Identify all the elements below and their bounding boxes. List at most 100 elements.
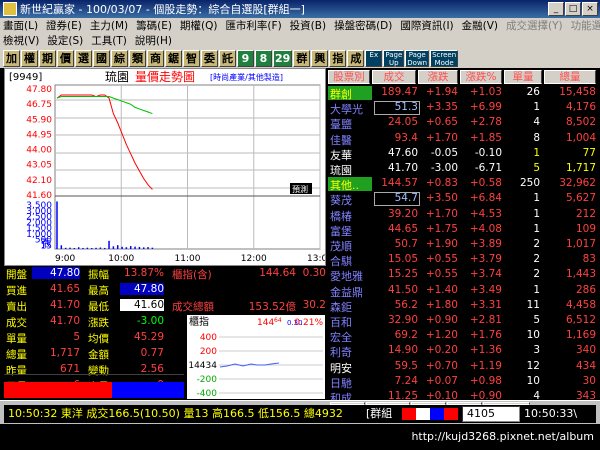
stock-name[interactable]: 茂順 bbox=[330, 238, 352, 254]
column-header[interactable]: 單量 bbox=[504, 70, 542, 84]
toolbar-button[interactable]: 加 bbox=[3, 49, 20, 67]
toolbar-button[interactable]: 成 bbox=[347, 49, 365, 67]
stock-name[interactable]: 百和 bbox=[330, 314, 352, 330]
quote-label: 賣出 bbox=[6, 301, 27, 313]
stock-name[interactable]: 大學光 bbox=[330, 101, 363, 117]
menu-item[interactable]: 籌碼(E) bbox=[136, 18, 172, 33]
cell-price: 15.25 bbox=[387, 268, 418, 281]
column-header[interactable]: 漲跌 bbox=[418, 70, 458, 84]
column-header[interactable]: 成交 bbox=[372, 70, 416, 84]
stock-name[interactable]: 臺鹽 bbox=[330, 116, 352, 132]
stock-name[interactable]: 橋椿 bbox=[330, 208, 352, 224]
index-value: 153.52億 bbox=[248, 301, 296, 313]
column-header[interactable]: 股票別 bbox=[328, 70, 370, 84]
x-tick-label: 9:00 bbox=[55, 254, 75, 264]
cell-pct: +1.03 bbox=[469, 86, 502, 98]
menu-item[interactable]: 證券(E) bbox=[46, 18, 82, 33]
stock-name[interactable]: 群創 bbox=[330, 86, 352, 102]
cell-vol: 2 bbox=[533, 238, 540, 250]
cell-price: 69.2 bbox=[394, 329, 418, 342]
stock-name[interactable]: 葵茂 bbox=[330, 192, 352, 208]
toolbar-button[interactable]: 群 bbox=[293, 49, 311, 67]
stock-name[interactable]: 其他.. bbox=[330, 177, 359, 193]
toolbar-button[interactable]: Page Down bbox=[405, 49, 430, 67]
cell-total: 1,169 bbox=[565, 329, 596, 342]
quote-value: 41.65 bbox=[49, 283, 80, 295]
stock-name[interactable]: 日馳 bbox=[330, 375, 352, 391]
stock-name[interactable]: 金益鼎 bbox=[330, 284, 363, 300]
stock-name[interactable]: 明安 bbox=[330, 360, 352, 376]
index-label: 櫃指(含) bbox=[172, 269, 212, 281]
cell-chg: +0.55 bbox=[425, 268, 458, 281]
cell-vol: 1 bbox=[533, 222, 540, 235]
toolbar-button[interactable]: 商 bbox=[147, 49, 164, 67]
toolbar-button[interactable]: 29 bbox=[273, 49, 293, 67]
stock-name[interactable]: 合騏 bbox=[330, 253, 352, 269]
toolbar-button[interactable]: 國 bbox=[93, 49, 110, 67]
mini-label: 櫃指 bbox=[189, 315, 209, 328]
toolbar-button[interactable]: Ex bbox=[365, 49, 383, 67]
toolbar-button[interactable]: 選 bbox=[75, 49, 92, 67]
toolbar-button[interactable]: 鋸 bbox=[165, 49, 182, 67]
stock-name[interactable]: 利奇 bbox=[330, 344, 352, 360]
toolbar-button[interactable]: 智 bbox=[183, 49, 200, 67]
stock-name[interactable]: 富堡 bbox=[330, 223, 352, 239]
menu-item[interactable]: 畫面(L) bbox=[3, 18, 38, 33]
stock-name[interactable]: 佳醫 bbox=[330, 132, 352, 148]
close-button[interactable]: × bbox=[582, 2, 598, 16]
menu-item[interactable]: 檢視(V) bbox=[3, 33, 39, 48]
toolbar-button[interactable]: 類 bbox=[129, 49, 146, 67]
stock-name[interactable]: 宏全 bbox=[330, 329, 352, 345]
stock-name[interactable]: 琉園 bbox=[330, 162, 352, 178]
y-tick-price: 43.05 bbox=[26, 161, 52, 171]
menu-item[interactable]: 成交選擇(Y) bbox=[506, 18, 563, 33]
quote-value: 45.29 bbox=[133, 331, 164, 343]
cell-chg: +0.70 bbox=[425, 359, 458, 372]
toolbar-button[interactable]: 8 bbox=[255, 49, 272, 67]
quote-label: 開盤 bbox=[6, 269, 27, 281]
chart-title: 量價走勢圖 bbox=[135, 69, 195, 84]
maximize-button[interactable]: □ bbox=[565, 2, 581, 16]
menu-item[interactable]: 操盤密碼(D) bbox=[334, 18, 392, 33]
toolbar-button[interactable]: 委 bbox=[201, 49, 218, 67]
stock-name[interactable]: 森鉅 bbox=[330, 299, 352, 315]
y-tick-price: 44.95 bbox=[26, 130, 52, 140]
menu-item[interactable]: 投資(B) bbox=[290, 18, 326, 33]
menu-item[interactable]: 期權(Q) bbox=[180, 18, 217, 33]
minimize-button[interactable]: _ bbox=[548, 2, 564, 16]
y-tick-price: 45.90 bbox=[26, 115, 52, 125]
cell-price: 144.57 bbox=[381, 177, 418, 190]
menu-item[interactable]: 國際資訊(I) bbox=[400, 18, 453, 33]
toolbar-button[interactable]: Screen Mode bbox=[430, 49, 459, 67]
quote-label: 振幅 bbox=[88, 269, 109, 281]
menu-item[interactable]: 說明(H) bbox=[135, 33, 172, 48]
cell-chg: -0.05 bbox=[430, 146, 458, 159]
menu-item[interactable]: 功能選擇(Z) bbox=[571, 18, 600, 33]
toolbar-button[interactable]: 權 bbox=[21, 49, 38, 67]
quote-label: 昨量 bbox=[6, 365, 27, 377]
menu-item[interactable]: 匯市利率(F) bbox=[225, 18, 281, 33]
toolbar-button[interactable]: 綜 bbox=[111, 49, 128, 67]
ticker-text: 10:50:32 東洋 成交166.5(10.50) 量13 高166.5 低1… bbox=[8, 407, 343, 420]
cell-total: 1,443 bbox=[565, 268, 596, 281]
mini-value-decimal: 64 bbox=[274, 317, 282, 324]
menu-item[interactable]: 主力(M) bbox=[90, 18, 128, 33]
toolbar-button[interactable]: 價 bbox=[57, 49, 74, 67]
mini-y-tick: 14434 bbox=[188, 361, 217, 371]
stock-code-input[interactable]: 4105 bbox=[462, 406, 520, 422]
toolbar-button[interactable]: 9 bbox=[237, 49, 254, 67]
menu-item[interactable]: 工具(T) bbox=[91, 33, 127, 48]
toolbar-button[interactable]: 期 bbox=[39, 49, 56, 67]
stock-name[interactable]: 友華 bbox=[330, 147, 352, 163]
column-header[interactable]: 總量 bbox=[544, 70, 596, 84]
menu-item[interactable]: 金融(V) bbox=[462, 18, 498, 33]
cell-pct: +3.89 bbox=[469, 238, 502, 250]
toolbar-button[interactable]: 指 bbox=[329, 49, 347, 67]
toolbar-button[interactable]: Page Up bbox=[383, 49, 405, 67]
column-header[interactable]: 漲跌% bbox=[460, 70, 502, 84]
app-icon bbox=[3, 2, 17, 16]
stock-name[interactable]: 愛地雅 bbox=[330, 268, 363, 284]
toolbar-button[interactable]: 興 bbox=[311, 49, 329, 67]
toolbar-button[interactable]: 託 bbox=[219, 49, 236, 67]
menu-item[interactable]: 設定(S) bbox=[47, 33, 83, 48]
